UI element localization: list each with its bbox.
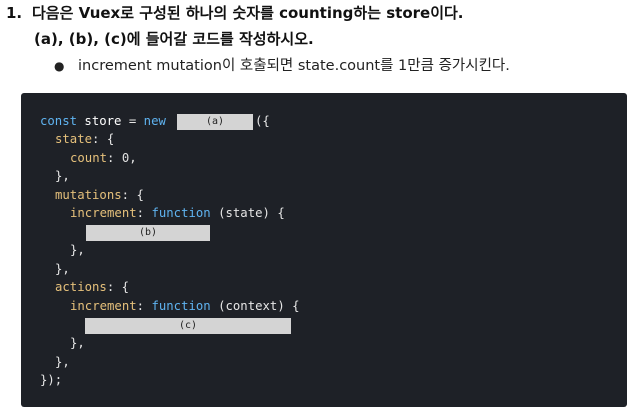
bullet-icon: ● [54,59,65,73]
code-token: count [70,151,108,165]
code-line-3: count: 0, [70,149,137,167]
code-token: : [107,151,122,165]
code-token: : [136,206,152,220]
code-token: (state) { [210,206,285,220]
blank-b: (b) [86,225,210,241]
code-line-5: mutations: { [55,186,144,204]
code-line-10: actions: { [55,278,129,296]
code-line-13: }, [70,336,85,350]
blank-a: (a) [177,114,253,130]
code-block: const store = new (a) ({ state: { count:… [21,93,627,407]
question-number: 1. [6,4,23,22]
code-token: const [40,114,78,128]
code-token: function [151,206,211,220]
code-token: : [136,299,152,313]
code-token: mutations [55,188,122,202]
code-line-9: }, [55,262,70,276]
code-line-11: increment: function (context) { [70,297,300,315]
code-token: (context) { [210,299,300,313]
code-token: store [77,114,129,128]
code-line-15: }); [40,373,63,387]
code-token: : { [121,188,144,202]
code-line-4: }, [55,169,70,183]
bullet-item: ● increment mutation이 호출되면 state.count를 1… [54,54,510,75]
code-token: state [55,132,93,146]
code-line-1: const store = new [40,112,173,130]
code-line-8: }, [70,243,85,257]
code-token: ({ [255,114,270,128]
question-instruction: (a), (b), (c)에 들어갈 코드를 작성하시오. [34,30,314,48]
code-token: increment [70,206,137,220]
blank-c: (c) [85,318,291,334]
code-line-6: increment: function (state) { [70,204,285,222]
code-token: new [136,114,174,128]
code-token: actions [55,280,107,294]
question-title: 1. 다음은 Vuex로 구성된 하나의 숫자를 counting하는 store… [6,2,464,23]
code-token: function [151,299,211,313]
code-token: increment [70,299,137,313]
code-token: : { [92,132,115,146]
code-line-2: state: { [55,130,114,148]
code-token: , [129,151,137,165]
bullet-text: increment mutation이 호출되면 state.count를 1만… [78,58,510,74]
code-line-14: }, [55,355,70,369]
code-token: : { [106,280,130,294]
question-title-text: 다음은 Vuex로 구성된 하나의 숫자를 counting하는 store이다… [32,4,464,22]
